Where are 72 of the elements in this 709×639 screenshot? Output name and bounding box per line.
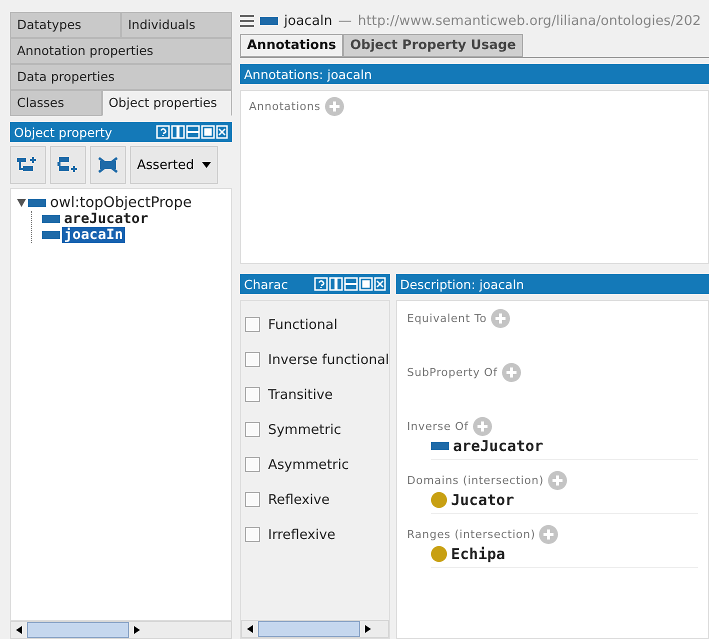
- property-icon: [28, 199, 46, 207]
- checkbox-label: Reflexive: [268, 492, 330, 508]
- class-icon: [431, 492, 447, 508]
- add-icon[interactable]: [472, 417, 492, 436]
- tree-item[interactable]: owl:topObjectPrope: [48, 195, 194, 211]
- section-label: Domains (intersection): [407, 474, 544, 487]
- tab[interactable]: Object Property Usage: [343, 34, 523, 57]
- entity-link[interactable]: Jucator: [451, 491, 514, 509]
- tab[interactable]: Data properties: [10, 64, 232, 90]
- view-controls-icon[interactable]: [156, 125, 228, 139]
- entity-link[interactable]: areJucator: [453, 437, 544, 455]
- property-icon: [260, 17, 278, 25]
- tree-item[interactable]: joacaIn: [62, 227, 126, 243]
- class-icon: [431, 546, 447, 562]
- tab[interactable]: Classes: [10, 90, 102, 116]
- tab[interactable]: Annotations: [240, 34, 344, 57]
- scroll-left-icon[interactable]: [247, 625, 253, 633]
- entity-iri: http://www.semanticweb.org/liliana/ontologies/202: [358, 13, 702, 29]
- scroll-thumb[interactable]: [258, 621, 360, 637]
- menu-icon[interactable]: [240, 15, 254, 27]
- property-icon: [42, 231, 60, 239]
- checkbox-label: Irreflexive: [268, 526, 336, 542]
- section-label: Inverse Of: [407, 420, 469, 433]
- panel-title: Annotations: joacaln: [244, 66, 372, 82]
- add-subproperty-icon: [17, 156, 39, 174]
- panel-title: Description: joacaln: [400, 276, 524, 292]
- entity-name: joacaln: [284, 13, 332, 29]
- scroll-right-icon[interactable]: [365, 625, 371, 633]
- add-sibling-icon: [57, 156, 79, 174]
- scroll-right-icon[interactable]: [134, 626, 140, 634]
- tab[interactable]: Datatypes: [10, 12, 121, 38]
- delete-button[interactable]: [90, 146, 126, 184]
- add-icon[interactable]: [490, 309, 510, 328]
- checkbox-label: Functional: [268, 316, 338, 332]
- scroll-thumb[interactable]: [27, 622, 129, 638]
- entity-link[interactable]: Echipa: [451, 545, 506, 563]
- checkbox[interactable]: [245, 387, 260, 402]
- caret-icon: [202, 162, 212, 168]
- scroll-left-icon[interactable]: [16, 626, 22, 634]
- delete-property-icon: [97, 156, 119, 174]
- checkbox[interactable]: [245, 317, 260, 332]
- checkbox-label: Asymmetric: [268, 456, 349, 472]
- checkbox[interactable]: [245, 422, 260, 437]
- separator-dash: —: [338, 13, 352, 29]
- property-icon: [42, 215, 60, 223]
- checkbox[interactable]: [245, 457, 260, 472]
- section-label: Equivalent To: [407, 312, 487, 325]
- panel-title: Charac: [244, 276, 288, 292]
- add-subproperty-button[interactable]: [10, 146, 46, 184]
- view-dropdown[interactable]: Asserted: [130, 146, 218, 184]
- checkbox-label: Inverse functional: [268, 352, 390, 368]
- add-icon[interactable]: [502, 363, 521, 382]
- property-icon: [431, 442, 449, 450]
- checkbox[interactable]: [245, 492, 260, 507]
- tab[interactable]: Object properties: [102, 90, 232, 116]
- add-icon[interactable]: [324, 97, 344, 116]
- section-label: Ranges (intersection): [407, 528, 536, 541]
- section-label: SubProperty Of: [407, 366, 498, 379]
- expand-triangle-icon[interactable]: [17, 199, 26, 207]
- tab[interactable]: Annotation properties: [10, 38, 232, 64]
- panel-title: Object property: [14, 124, 112, 140]
- checkbox[interactable]: [245, 352, 260, 367]
- checkbox-label: Symmetric: [268, 422, 342, 438]
- checkbox[interactable]: [245, 527, 260, 542]
- tab[interactable]: Individuals: [121, 12, 232, 38]
- add-sibling-button[interactable]: [50, 146, 86, 184]
- view-controls-icon[interactable]: [314, 277, 386, 291]
- section-label: Annotations: [249, 100, 321, 113]
- checkbox-label: Transitive: [268, 386, 333, 402]
- add-icon[interactable]: [539, 525, 558, 544]
- add-icon[interactable]: [548, 471, 567, 490]
- tree-item[interactable]: areJucator: [62, 211, 150, 227]
